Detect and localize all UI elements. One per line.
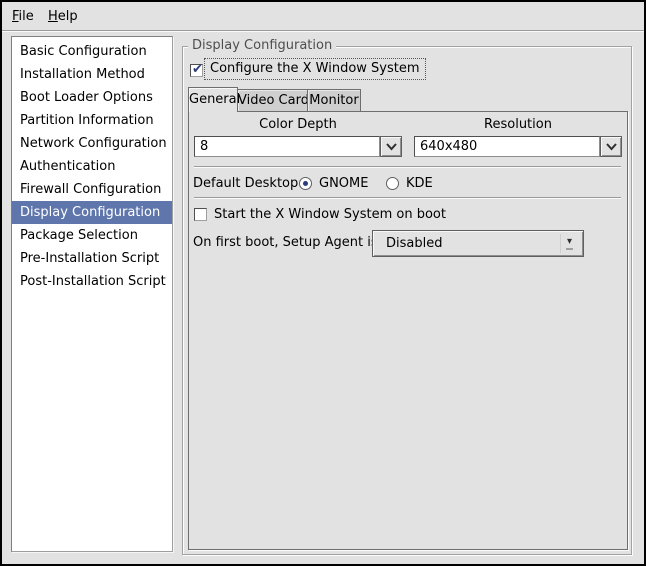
setup-agent-dropdown[interactable]: Disabled ▾ [372, 230, 584, 257]
radio-dot-icon [303, 181, 308, 186]
start-x-checkbox-label[interactable]: Start the X Window System on boot [214, 206, 446, 224]
configure-x-checkbox[interactable]: ✔ [190, 62, 203, 77]
menu-help[interactable]: Help [42, 7, 84, 26]
chevron-down-icon [385, 142, 397, 150]
sidebar-item-partition-information[interactable]: Partition Information [12, 109, 172, 132]
setup-agent-label: On first boot, Setup Agent is: [193, 235, 383, 250]
display-configuration-frame: Display Configuration ✔ Configure the X … [182, 38, 632, 555]
tab-monitor[interactable]: Monitor [307, 89, 361, 111]
category-list: Basic Configuration Installation Method … [11, 36, 173, 552]
setup-agent-value: Disabled [386, 236, 443, 251]
sidebar-item-network-configuration[interactable]: Network Configuration [12, 132, 172, 155]
configure-x-checkbox-label[interactable]: Configure the X Window System [204, 58, 426, 80]
resolution-label: Resolution [484, 117, 552, 132]
menu-file[interactable]: File [6, 7, 40, 26]
kickstart-configurator-window: File Help Basic Configuration Installati… [0, 0, 646, 566]
chevron-down-icon [605, 142, 617, 150]
frame-title: Display Configuration [188, 38, 337, 53]
sidebar-item-firewall-configuration[interactable]: Firewall Configuration [12, 178, 172, 201]
sidebar-item-display-configuration[interactable]: Display Configuration [12, 201, 172, 224]
sidebar-item-package-selection[interactable]: Package Selection [12, 224, 172, 247]
separator [194, 197, 621, 199]
sidebar-item-post-installation-script[interactable]: Post-Installation Script [12, 270, 172, 293]
kde-radio[interactable] [386, 177, 399, 190]
resolution-combo: 640x480 [414, 136, 622, 157]
separator [194, 166, 621, 168]
tab-general[interactable]: General [188, 87, 240, 112]
resolution-dropdown-button[interactable] [600, 136, 622, 157]
sidebar-item-pre-installation-script[interactable]: Pre-Installation Script [12, 247, 172, 270]
start-x-row: Start the X Window System on boot [189, 206, 627, 226]
default-desktop-label: Default Desktop: [193, 176, 303, 191]
color-depth-entry[interactable]: 8 [194, 136, 380, 157]
check-icon: ✔ [192, 62, 203, 77]
setup-agent-row: On first boot, Setup Agent is: Disabled … [189, 228, 627, 258]
sidebar-item-basic-configuration[interactable]: Basic Configuration [12, 40, 172, 63]
menu-bar: File Help [2, 2, 644, 31]
gnome-radio-label[interactable]: GNOME [319, 171, 368, 197]
start-x-checkbox[interactable] [194, 208, 207, 221]
color-depth-label: Color Depth [259, 117, 337, 132]
general-tab-page: Color Depth Resolution 8 640x480 Default… [188, 111, 628, 550]
default-desktop-row: Default Desktop: GNOME KDE [189, 171, 627, 197]
color-depth-dropdown-button[interactable] [380, 136, 402, 157]
kde-radio-label[interactable]: KDE [406, 171, 433, 197]
option-menu-arrow-icon: ▾ [560, 234, 578, 253]
sidebar-item-boot-loader-options[interactable]: Boot Loader Options [12, 86, 172, 109]
resolution-entry[interactable]: 640x480 [414, 136, 600, 157]
gnome-radio[interactable] [299, 177, 312, 190]
tab-video-card[interactable]: Video Card [237, 89, 309, 111]
sidebar-item-authentication[interactable]: Authentication [12, 155, 172, 178]
color-depth-combo: 8 [194, 136, 402, 157]
sidebar-item-installation-method[interactable]: Installation Method [12, 63, 172, 86]
